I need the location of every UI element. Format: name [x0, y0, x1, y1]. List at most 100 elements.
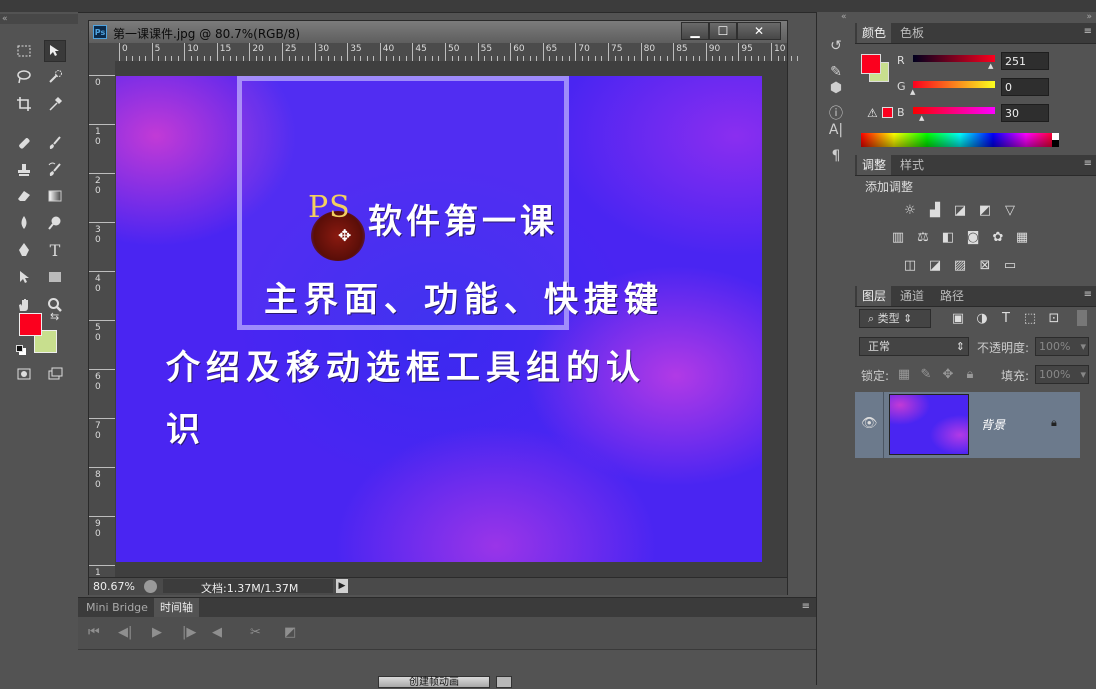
filter-toggle[interactable] — [1077, 310, 1087, 326]
tab-color[interactable]: 颜色 — [857, 23, 892, 43]
opacity-field[interactable]: 100% ▾ — [1035, 337, 1089, 356]
audio-button[interactable]: ◀ — [212, 625, 222, 640]
color-panel-menu-icon[interactable]: ≡ — [1084, 26, 1092, 37]
hue-saturation-icon[interactable]: ▥ — [889, 230, 907, 246]
filter-adjustment-icon[interactable]: ◑ — [973, 311, 991, 327]
vibrance-icon[interactable]: ▽ — [1001, 203, 1019, 219]
filter-type-icon[interactable]: T — [997, 311, 1015, 327]
layers-panel-menu-icon[interactable]: ≡ — [1084, 289, 1092, 300]
lock-transparency-icon[interactable]: ▦ — [895, 367, 913, 383]
blend-mode-select[interactable]: 正常 ⇕ — [859, 337, 969, 356]
threshold-icon[interactable]: ▨ — [951, 258, 969, 274]
healing-brush-tool-icon[interactable] — [13, 132, 35, 154]
tab-timeline[interactable]: 时间轴 — [154, 598, 199, 617]
lock-pixels-icon[interactable]: ✎ — [917, 367, 935, 383]
crop-tool-icon[interactable] — [13, 93, 35, 115]
character-panel-icon[interactable]: A| — [826, 120, 846, 140]
toolbox-collapse[interactable]: « — [0, 14, 78, 24]
channel-r-slider[interactable] — [913, 55, 995, 62]
tab-styles[interactable]: 样式 — [895, 155, 929, 175]
play-button[interactable]: ▶ — [152, 625, 162, 640]
create-frame-animation-button[interactable]: 创建帧动画 — [378, 676, 490, 688]
pen-tool-icon[interactable] — [13, 239, 35, 261]
tab-paths[interactable]: 路径 — [935, 286, 969, 306]
path-selection-tool-icon[interactable] — [13, 266, 35, 288]
channel-r-value[interactable]: 251 — [1001, 52, 1049, 70]
history-panel-icon[interactable]: ↺ — [826, 36, 846, 56]
adjust-panel-menu-icon[interactable]: ≡ — [1084, 158, 1092, 169]
document-title-bar[interactable]: Ps 第一课课件.jpg @ 80.7%(RGB/8) ▁ ☐ ✕ — [89, 21, 787, 43]
levels-icon[interactable]: ▟ — [926, 203, 944, 219]
tab-swatches[interactable]: 色板 — [895, 23, 929, 43]
quick-mask-icon[interactable] — [13, 363, 35, 385]
filter-shape-icon[interactable]: ⬚ — [1021, 311, 1039, 327]
rectangle-tool-icon[interactable] — [44, 266, 66, 288]
channel-b-value[interactable]: 30 — [1001, 104, 1049, 122]
color-spectrum-bar[interactable] — [861, 133, 1059, 147]
foreground-color-swatch[interactable] — [19, 313, 42, 336]
marquee-tool-icon[interactable] — [13, 40, 35, 62]
right-panel-collapse-icon[interactable]: » — [1086, 12, 1092, 22]
timeline-panel-menu-icon[interactable]: ≡ — [802, 601, 810, 612]
filter-smart-object-icon[interactable]: ⊡ — [1045, 311, 1063, 327]
previous-frame-button[interactable]: ◀| — [118, 625, 132, 640]
clone-stamp-tool-icon[interactable] — [13, 159, 35, 181]
tab-mini-bridge[interactable]: Mini Bridge — [80, 598, 154, 617]
screen-mode-icon[interactable] — [44, 363, 66, 385]
ruler-origin[interactable] — [89, 43, 115, 61]
black-white-icon[interactable]: ◧ — [939, 230, 957, 246]
lasso-tool-icon[interactable] — [13, 66, 35, 88]
layer-visibility-eye-icon[interactable]: 👁︎ — [861, 416, 878, 431]
horizontal-ruler[interactable]: 0 5 10 15 20 25 30 35 40 45 50 55 60 65 70 75 80 85 90 95 10 — [115, 43, 798, 62]
exposure-icon[interactable]: ◩ — [976, 203, 994, 219]
eraser-tool-icon[interactable] — [13, 185, 35, 207]
tab-channels[interactable]: 通道 — [895, 286, 929, 306]
photo-filter-icon[interactable]: ◙ — [964, 230, 982, 246]
quick-selection-tool-icon[interactable] — [44, 66, 66, 88]
curves-icon[interactable]: ◪ — [951, 203, 969, 219]
layer-row-background[interactable]: 👁︎ 背景 🔒︎ — [855, 392, 1080, 458]
layer-name[interactable]: 背景 — [981, 416, 1005, 433]
vertical-ruler[interactable]: 01 02 03 04 05 06 07 08 09 01 — [89, 61, 116, 578]
filter-pixel-icon[interactable]: ▣ — [949, 311, 967, 327]
color-lookup-icon[interactable]: ▦ — [1013, 230, 1031, 246]
type-tool-icon[interactable]: T — [44, 239, 66, 261]
channel-g-handle-icon[interactable]: ▲ — [910, 88, 915, 96]
layer-thumbnail[interactable] — [889, 394, 969, 455]
color-panel-fg-swatch[interactable] — [861, 54, 881, 74]
brightness-contrast-icon[interactable]: ☼ — [901, 203, 919, 219]
image-canvas[interactable]: PS 软件第一课 主界面、功能、快捷键 介绍及移动选框工具组的认 识 ✥ — [116, 76, 762, 562]
invert-icon[interactable]: ◫ — [901, 258, 919, 274]
lock-position-icon[interactable]: ✥ — [939, 367, 957, 383]
create-animation-dropdown-icon[interactable] — [496, 676, 512, 688]
gamut-color-swatch[interactable] — [882, 107, 893, 118]
maximize-button[interactable]: ☐ — [709, 22, 737, 40]
fill-field[interactable]: 100% ▾ — [1035, 365, 1089, 384]
color-balance-icon[interactable]: ⚖ — [914, 230, 932, 246]
first-frame-button[interactable]: ⏮ — [88, 625, 100, 640]
zoom-level[interactable]: 80.67% — [93, 580, 135, 593]
posterize-icon[interactable]: ◪ — [926, 258, 944, 274]
status-menu-arrow[interactable]: ▶ — [336, 579, 348, 593]
default-colors-icon[interactable] — [16, 345, 26, 355]
channel-b-slider[interactable] — [913, 107, 995, 114]
lock-all-icon[interactable]: 🔒︎ — [961, 367, 979, 383]
channel-g-value[interactable]: 0 — [1001, 78, 1049, 96]
gradient-tool-icon[interactable] — [44, 185, 66, 207]
selective-color-icon[interactable]: ⊠ — [976, 258, 994, 274]
tab-adjustments[interactable]: 调整 — [857, 155, 892, 175]
gamut-warning-icon[interactable]: ⚠ — [867, 106, 878, 120]
move-tool-icon[interactable] — [44, 40, 66, 62]
eyedropper-tool-icon[interactable] — [44, 93, 66, 115]
channel-mixer-icon[interactable]: ✿ — [989, 230, 1007, 246]
blur-tool-icon[interactable] — [13, 212, 35, 234]
transition-icon[interactable]: ◩ — [284, 625, 296, 640]
status-info-icon[interactable] — [144, 580, 157, 593]
minimize-button[interactable]: ▁ — [681, 22, 709, 40]
gradient-map-icon[interactable]: ▭ — [1001, 258, 1019, 274]
close-button[interactable]: ✕ — [737, 22, 781, 40]
tab-layers[interactable]: 图层 — [857, 286, 892, 306]
layer-filter-select[interactable]: ⌕ 类型 ⇕ — [859, 309, 931, 328]
channel-r-handle-icon[interactable]: ▲ — [988, 62, 993, 70]
channel-g-slider[interactable] — [913, 81, 995, 88]
